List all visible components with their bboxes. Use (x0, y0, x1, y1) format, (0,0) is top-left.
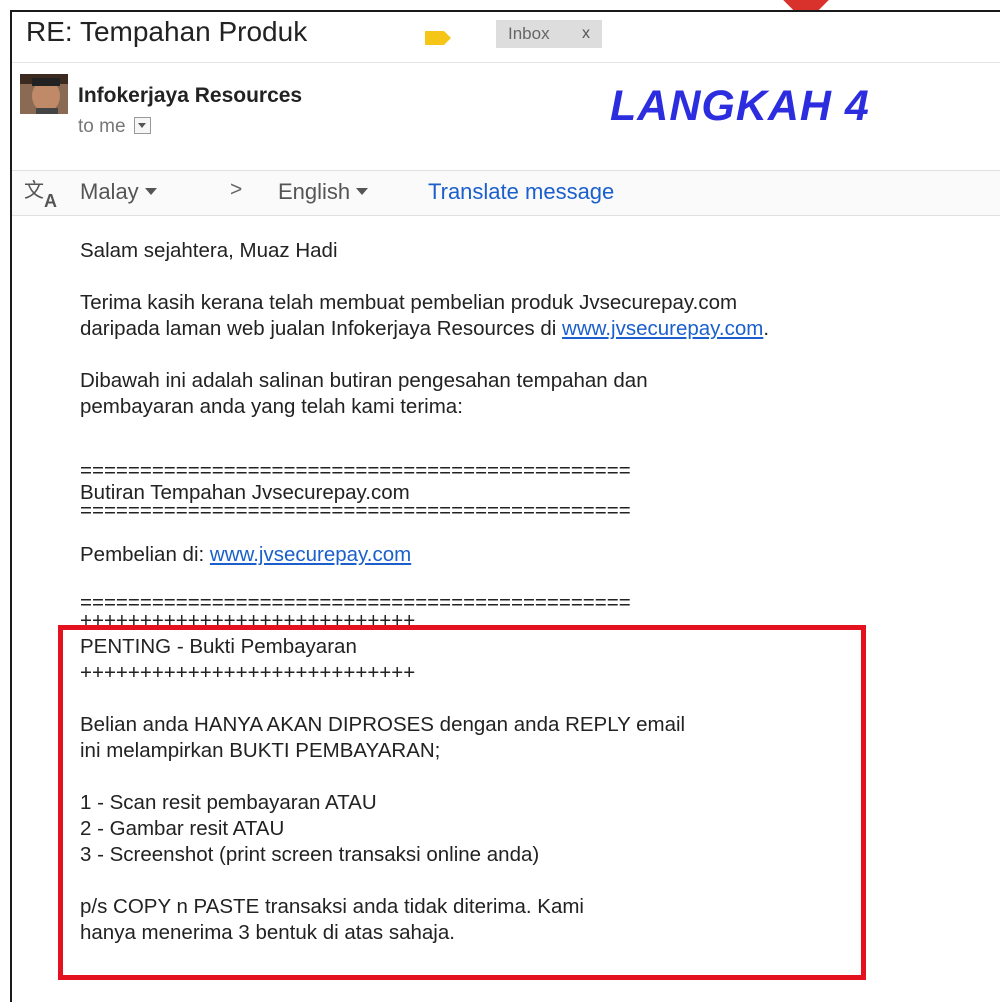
purchase-line: Pembelian di: www.jvsecurepay.com (80, 542, 1000, 568)
thanks-line-1: Terima kasih kerana telah membuat pembel… (80, 291, 738, 314)
source-language-label: Malay (80, 179, 139, 204)
separator-line: ========================================… (80, 499, 631, 522)
translate-message-link[interactable]: Translate message (428, 179, 614, 205)
recipient-details-dropdown[interactable] (133, 117, 151, 134)
copy-line-2: pembayaran anda yang telah kami terima: (80, 395, 463, 418)
language-arrow: > (230, 178, 243, 201)
recipient-line: to me (78, 116, 151, 138)
source-language-dropdown[interactable]: Malay (80, 179, 157, 205)
purchase-website-link[interactable]: www.jvsecurepay.com (210, 543, 411, 566)
sender-name[interactable]: Infokerjaya Resources (78, 84, 302, 108)
sender-row: Infokerjaya Resources to me LANGKAH 4 (12, 62, 1000, 170)
avatar[interactable] (20, 74, 68, 114)
chevron-down-icon (356, 188, 369, 195)
thanks-line-2-text: daripada laman web jualan Infokerjaya Re… (80, 317, 563, 340)
email-subject: RE: Tempahan Produk (26, 16, 308, 47)
svg-text:文: 文 (24, 178, 44, 202)
recipient-text: to me (78, 116, 126, 137)
translate-bar: 文 A Malay > English Translate message (12, 170, 1000, 216)
thanks-line-2: daripada laman web jualan Infokerjaya Re… (80, 316, 1000, 342)
thanks-line-2-suffix: . (763, 317, 770, 340)
step-banner: LANGKAH 4 (610, 82, 870, 130)
inbox-label-chip[interactable]: Inbox x (496, 20, 602, 48)
translate-icon: 文 A (24, 178, 57, 209)
remove-label-button[interactable]: x (582, 20, 590, 48)
avatar-photo (20, 74, 68, 114)
target-language-label: English (278, 179, 351, 204)
purchase-label: Pembelian di: (80, 543, 210, 566)
greeting: Salam sejahtera, Muaz Hadi (80, 239, 338, 262)
website-link[interactable]: www.jvsecurepay.com (562, 317, 763, 340)
copy-line-1: Dibawah ini adalah salinan butiran penge… (80, 369, 648, 392)
highlight-box (58, 625, 866, 980)
inbox-label: Inbox (508, 24, 550, 43)
subject-bar: RE: Tempahan Produk Inbox x (12, 12, 1000, 63)
chevron-down-icon (144, 188, 157, 195)
label-tag-icon[interactable] (424, 30, 452, 46)
target-language-dropdown[interactable]: English (278, 179, 369, 205)
svg-text:A: A (44, 191, 57, 209)
